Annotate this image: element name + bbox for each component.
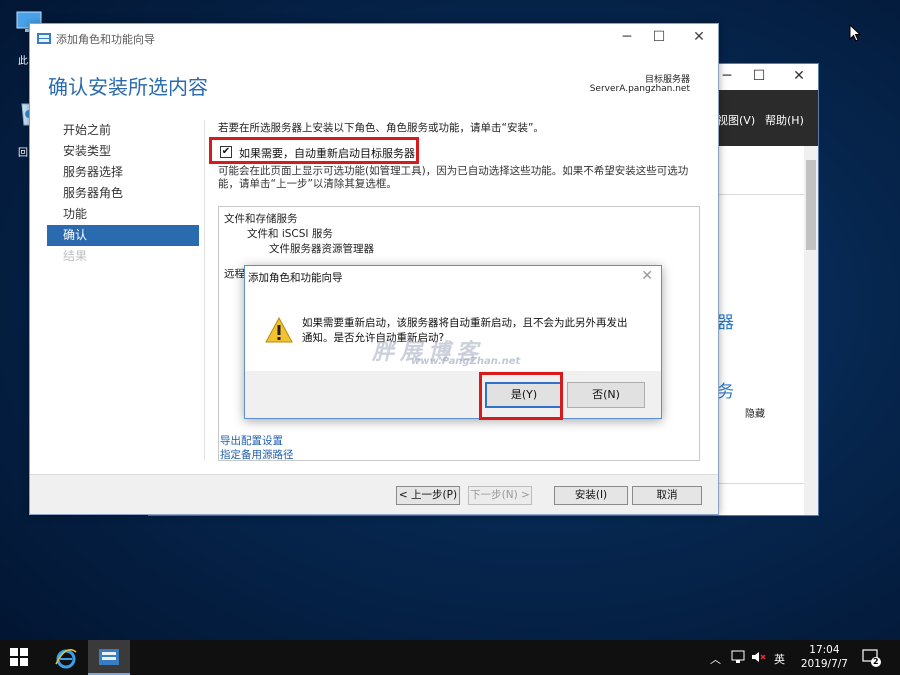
notification-center-icon[interactable] [862, 649, 882, 667]
nav-item-features[interactable]: 功能 [47, 204, 199, 225]
wizard-footer: < 上一步(P) 下一步(N) > 安装(I) 取消 [30, 474, 718, 514]
nav-divider [204, 120, 205, 460]
nav-item-confirmation[interactable]: 确认 [47, 225, 199, 246]
optional-features-note: 可能会在此页面上显示可选功能(如管理工具)，因为已自动选择这些功能。如果不希望安… [218, 165, 698, 191]
maximize-icon[interactable]: ☐ [749, 68, 769, 84]
watermark-url: www.PangZhan.net [411, 356, 521, 367]
ime-indicator[interactable]: 英 [774, 651, 785, 667]
volume-muted-icon[interactable] [751, 650, 767, 664]
intro-text: 若要在所选服务器上安装以下角色、角色服务或功能，请单击“安装”。 [218, 122, 544, 134]
nav-item-installation-type[interactable]: 安装类型 [47, 141, 199, 162]
server-manager-icon [99, 649, 119, 665]
mouse-cursor-icon [849, 24, 861, 42]
note-line: 可能会在此页面上显示可选功能(如管理工具)，因为已自动选择这些功能。如果不希望安… [218, 165, 689, 177]
minimize-icon[interactable]: ─ [614, 28, 640, 46]
nav-item-results: 结果 [63, 249, 88, 263]
menu-help[interactable]: 帮助(H) [765, 112, 804, 128]
notification-count-badge: 2 [873, 657, 879, 666]
wizard-app-icon [37, 33, 51, 44]
previous-button[interactable]: < 上一步(P) [396, 486, 460, 505]
cancel-button[interactable]: 取消 [632, 486, 702, 505]
note-line: 能，请单击“上一步”以清除其复选框。 [218, 178, 397, 190]
dialog-message-line: 如果需要重新启动，该服务器将自动重新启动，且不会为此另外再发出 [302, 317, 628, 329]
maximize-icon[interactable]: ☐ [646, 28, 672, 46]
system-clock[interactable]: 17:04 2019/7/7 [801, 643, 848, 671]
no-button[interactable]: 否(N) [567, 382, 645, 408]
clock-date: 2019/7/7 [800, 658, 848, 670]
restart-checkbox-highlight: ✔ 如果需要，自动重新启动目标服务器 [209, 137, 419, 164]
export-config-link[interactable]: 导出配置设置 [220, 433, 283, 448]
panel-text-fragment: 器 [717, 313, 734, 333]
install-button[interactable]: 安装(I) [554, 486, 628, 505]
list-item: 文件和存储服务 [224, 213, 298, 225]
restart-checkbox[interactable]: ✔ [220, 146, 232, 158]
nav-item-before-you-begin[interactable]: 开始之前 [47, 120, 199, 141]
list-item: 文件和 iSCSI 服务 [247, 228, 333, 240]
restart-checkbox-label[interactable]: 如果需要，自动重新启动目标服务器 [239, 145, 415, 161]
panel-text-fragment: 务 [717, 382, 734, 402]
wizard-title: 添加角色和功能向导 [56, 33, 155, 46]
minimize-icon[interactable]: ─ [717, 68, 737, 84]
yes-button-highlight [479, 372, 563, 420]
network-icon[interactable] [731, 650, 745, 664]
menu-view[interactable]: 视图(V) [717, 112, 755, 128]
next-button: 下一步(N) > [468, 486, 532, 505]
destination-server-name: ServerA.pangzhan.net [589, 84, 690, 94]
wizard-nav: 开始之前 安装类型 服务器选择 服务器角色 功能 确认 结果 [47, 120, 199, 267]
server-manager-scrollbar[interactable] [804, 146, 818, 515]
warning-icon [265, 317, 293, 343]
chevron-up-icon[interactable]: ︿ [710, 651, 721, 667]
list-item: 远程 [224, 268, 245, 280]
internet-explorer-icon[interactable] [54, 646, 78, 670]
close-icon[interactable]: ✕ [789, 68, 809, 84]
desktop-icon-label: 此 [18, 56, 28, 67]
page-title: 确认安装所选内容 [48, 75, 208, 99]
server-manager-panel [715, 194, 815, 484]
nav-item-server-roles[interactable]: 服务器角色 [47, 183, 199, 204]
nav-item-server-selection[interactable]: 服务器选择 [47, 162, 199, 183]
taskbar: ︿ 英 17:04 2019/7/7 2 [0, 640, 900, 675]
close-icon[interactable]: ✕ [641, 268, 653, 284]
hide-label[interactable]: 隐藏 [745, 405, 765, 420]
clock-time: 17:04 [809, 644, 840, 656]
close-icon[interactable]: ✕ [686, 28, 712, 46]
dialog-title: 添加角色和功能向导 [248, 272, 343, 284]
alternate-source-link[interactable]: 指定备用源路径 [220, 447, 294, 462]
desktop-icon-label: 回 [18, 148, 28, 159]
taskbar-server-manager[interactable] [88, 640, 130, 675]
windows-start-icon[interactable] [10, 648, 28, 666]
scrollbar-thumb[interactable] [806, 160, 816, 250]
dialog-footer: 是(Y) 否(N) [245, 371, 661, 418]
list-item: 文件服务器资源管理器 [269, 243, 374, 255]
